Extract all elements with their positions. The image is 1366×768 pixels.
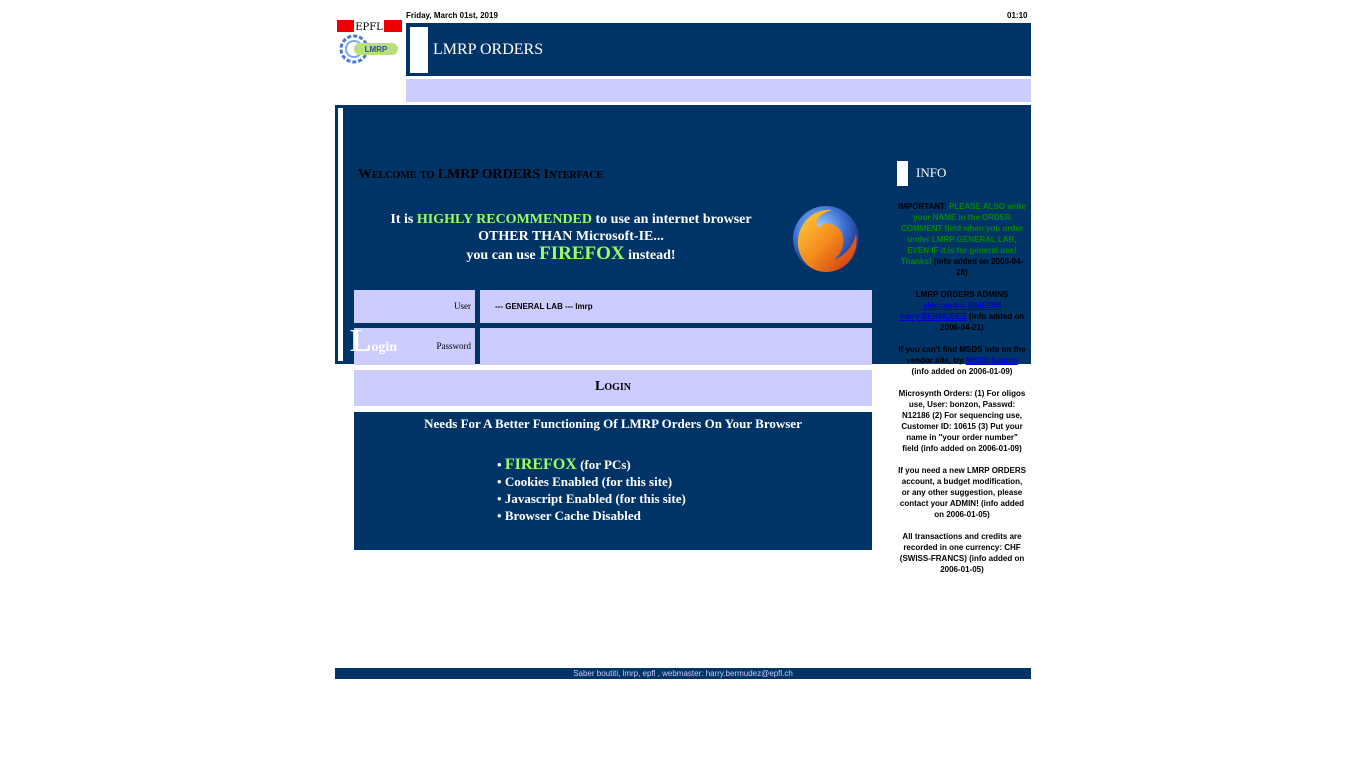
- epfl-logo-text: EPFL: [355, 22, 383, 32]
- requirement-text: (for PCs): [576, 457, 631, 472]
- info-marker: [897, 161, 908, 186]
- epfl-logo-icon: EPFL: [337, 19, 402, 33]
- info-message-prefix: LMRP ORDERS ADMINS: [915, 290, 1009, 299]
- requirement-item: • FIREFOX (for PCs): [497, 456, 686, 473]
- requirement-strong: FIREFOX: [504, 456, 577, 473]
- requirements-title: Needs For A Better Functioning Of LMRP O…: [424, 416, 802, 431]
- requirement-item: • Cookies Enabled (for this site): [497, 473, 686, 490]
- recommend-firefox: FIREFOX: [539, 243, 625, 264]
- info-message: If you need a new LMRP ORDERS account, a…: [898, 466, 1026, 519]
- nav-strip: [406, 79, 1031, 102]
- recommend-highlight: HIGHLY RECOMMENDED: [416, 212, 593, 227]
- current-date: Friday, March 01st, 2019: [406, 11, 498, 20]
- info-message-date: (info added on 2006-01-09): [911, 367, 1013, 376]
- footer-credits: Saber boutiti, lmrp, epfl , webmaster: h…: [573, 669, 793, 678]
- recommend-part2: to use an internet browser: [592, 212, 752, 227]
- browser-recommendation: It is HIGHLY RECOMMENDED to use an inter…: [356, 211, 786, 264]
- welcome-heading: Welcome to LMRP ORDERS Interface: [358, 167, 604, 182]
- info-message: All transactions and credits are recorde…: [899, 532, 1025, 574]
- requirement-text: Browser Cache Disabled: [504, 508, 641, 523]
- info-message-prefix: IMPORTANT:: [897, 202, 949, 211]
- current-time: 01:10: [1007, 11, 1028, 20]
- recommend-part1: It is: [390, 212, 417, 227]
- panel-left-border: [338, 108, 343, 361]
- requirement-bullet: •: [497, 457, 505, 472]
- requirement-item: • Browser Cache Disabled: [497, 507, 686, 524]
- lmrp-logo-icon: LMRP: [338, 33, 400, 65]
- admin-link-simeoni[interactable]: alessandro.SIMEONI: [923, 301, 1001, 310]
- recommend-line2: OTHER THAN Microsoft-IE...: [478, 229, 664, 244]
- recommend-line3-pre: you can use: [466, 248, 540, 263]
- requirement-text: Javascript Enabled (for this site): [504, 491, 686, 506]
- info-message: IMPORTANT: PLEASE ALSO write your NAME i…: [897, 201, 1027, 278]
- login-side-heading: Login: [350, 322, 397, 359]
- info-message: Microsynth Orders: (1) For oligos use, U…: [898, 389, 1026, 453]
- requirement-item: • Javascript Enabled (for this site): [497, 490, 686, 507]
- msds-search-link[interactable]: MSDS Search: [966, 356, 1018, 365]
- requirement-bullet: •: [497, 508, 505, 523]
- info-message: If you can't find MSDS info on the vendo…: [897, 344, 1027, 377]
- login-side-initial: L: [350, 322, 372, 358]
- info-title: INFO: [916, 165, 947, 180]
- recommend-line3-post: instead!: [624, 248, 676, 263]
- firefox-logo-icon[interactable]: [788, 202, 862, 276]
- password-input[interactable]: [480, 328, 872, 365]
- info-message-date: (info added on 2006-04-28): [931, 257, 1024, 277]
- login-button-label[interactable]: Login: [354, 379, 872, 395]
- requirement-text: Cookies Enabled (for this site): [504, 474, 673, 489]
- info-messages: IMPORTANT: PLEASE ALSO write your NAME i…: [897, 201, 1027, 586]
- user-select-value[interactable]: --- GENERAL LAB --- lmrp: [495, 302, 593, 311]
- title-marker: [410, 27, 428, 73]
- page-title: LMRP ORDERS: [433, 41, 544, 58]
- info-message: LMRP ORDERS ADMINS alessandro.SIMEONI ha…: [897, 289, 1027, 333]
- requirement-bullet: •: [497, 491, 505, 506]
- requirement-bullet: •: [497, 474, 505, 489]
- user-label: User: [454, 301, 471, 311]
- admin-link-bermudez[interactable]: harry.BERMUDEZ: [900, 312, 967, 321]
- requirements-list: • FIREFOX (for PCs) • Cookies Enabled (f…: [497, 456, 686, 524]
- lmrp-logo-text: LMRP: [365, 45, 388, 54]
- login-side-rest: ogin: [371, 340, 398, 355]
